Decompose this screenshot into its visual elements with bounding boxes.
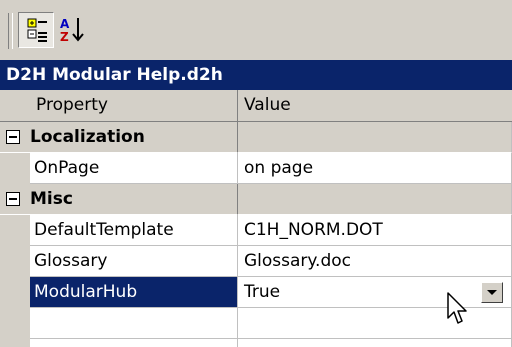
empty-cell xyxy=(238,339,512,347)
svg-text:A: A xyxy=(60,17,70,31)
empty-cell xyxy=(30,339,238,347)
header-value[interactable]: Value xyxy=(238,90,512,121)
property-row-modularhub[interactable]: ModularHub True xyxy=(0,277,512,308)
empty-row xyxy=(0,339,512,347)
property-value[interactable]: True xyxy=(238,277,512,308)
property-grid-window: A Z D2H Modular Help.d2h Property Value … xyxy=(0,0,512,347)
empty-row xyxy=(0,308,512,339)
dropdown-button[interactable] xyxy=(481,282,503,303)
row-gutter xyxy=(0,153,30,184)
collapse-icon[interactable] xyxy=(6,192,20,206)
property-name[interactable]: DefaultTemplate xyxy=(30,215,238,246)
category-value xyxy=(238,184,512,215)
row-gutter xyxy=(0,277,30,308)
category-row-misc[interactable]: Misc xyxy=(0,184,512,215)
property-value[interactable]: Glossary.doc xyxy=(238,246,512,277)
row-gutter xyxy=(0,215,30,246)
property-row-defaulttemplate[interactable]: DefaultTemplate C1H_NORM.DOT xyxy=(0,215,512,246)
svg-text:Z: Z xyxy=(60,30,69,44)
object-title-bar: D2H Modular Help.d2h xyxy=(0,60,512,90)
empty-cell xyxy=(238,308,512,339)
property-name[interactable]: ModularHub xyxy=(30,277,238,308)
grid-header: Property Value xyxy=(0,90,512,122)
property-value[interactable]: C1H_NORM.DOT xyxy=(238,215,512,246)
property-value-text: True xyxy=(244,282,281,302)
header-property[interactable]: Property xyxy=(30,90,238,121)
property-name[interactable]: OnPage xyxy=(30,153,238,184)
collapse-icon[interactable] xyxy=(6,130,20,144)
property-value[interactable]: on page xyxy=(238,153,512,184)
empty-cell xyxy=(30,308,238,339)
toolbar-grip[interactable] xyxy=(8,13,13,49)
property-grid: Property Value Localization OnPage on pa… xyxy=(0,90,512,347)
categorized-button[interactable] xyxy=(18,12,54,48)
toolbar: A Z xyxy=(0,0,512,60)
row-gutter xyxy=(0,339,30,347)
category-value xyxy=(238,122,512,153)
row-gutter xyxy=(0,246,30,277)
property-name[interactable]: Glossary xyxy=(30,246,238,277)
categorized-icon xyxy=(27,18,47,42)
property-row-glossary[interactable]: Glossary Glossary.doc xyxy=(0,246,512,277)
alphabetical-button[interactable]: A Z xyxy=(56,12,92,48)
alphabetical-sort-icon: A Z xyxy=(60,17,84,44)
property-row-onpage[interactable]: OnPage on page xyxy=(0,153,512,184)
category-label: Localization xyxy=(0,122,238,153)
category-row-localization[interactable]: Localization xyxy=(0,122,512,153)
mouse-pointer-icon xyxy=(447,292,467,324)
category-label: Misc xyxy=(0,184,238,215)
row-gutter xyxy=(0,308,30,339)
